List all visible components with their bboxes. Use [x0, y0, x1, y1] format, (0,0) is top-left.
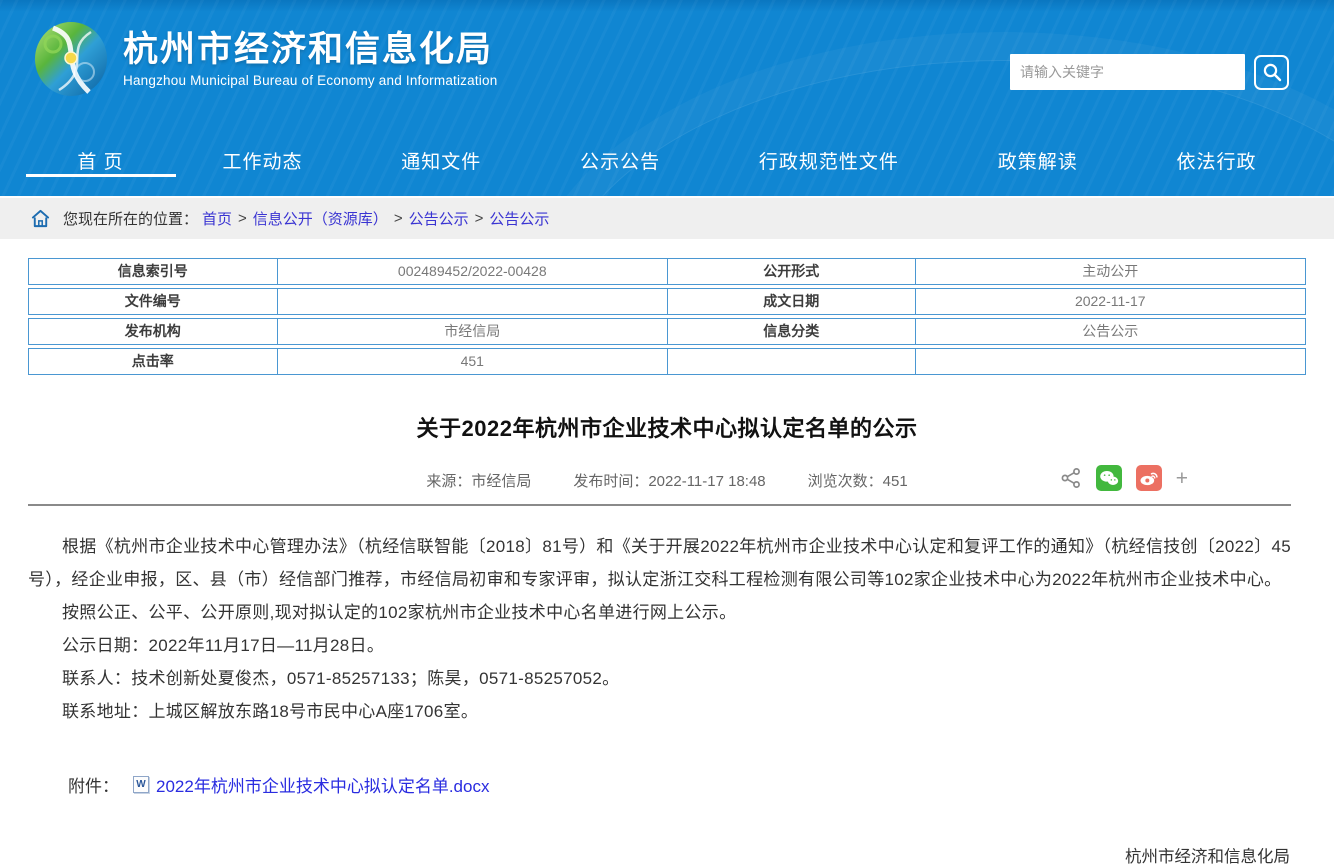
site-logo-icon	[33, 20, 109, 98]
nav-item-work-news[interactable]: 工作动态	[212, 125, 312, 196]
info-label-index-number: 信息索引号	[29, 259, 277, 284]
page: 杭州市经济和信息化局 Hangzhou Municipal Bureau of …	[0, 0, 1334, 867]
article-body: 根据《杭州市企业技术中心管理办法》（杭经信联智能〔2018〕81号）和《关于开展…	[28, 530, 1306, 728]
info-table-row: 文件编号 成文日期 2022-11-17	[28, 288, 1306, 315]
attachment-link[interactable]: 2022年杭州市企业技术中心拟认定名单.docx	[156, 772, 489, 797]
breadcrumb-link-announcements[interactable]: 公告公示	[409, 208, 469, 229]
brand-text: 杭州市经济和信息化局 Hangzhou Municipal Bureau of …	[123, 30, 497, 88]
info-value-info-category: 公告公示	[915, 319, 1305, 344]
attachment-row: 附件： W 2022年杭州市企业技术中心拟认定名单.docx	[28, 772, 1306, 797]
nav-item-policy-interpretation[interactable]: 政策解读	[988, 125, 1088, 196]
breadcrumb: 您现在所在的位置： 首页 > 信息公开（资源库） > 公告公示 > 公告公示	[0, 196, 1334, 239]
main-nav: 首 页 工作动态 通知文件 公示公告 行政规范性文件 政策解读 依法行政	[0, 125, 1334, 196]
nav-item-public-announcements[interactable]: 公示公告	[570, 125, 670, 196]
info-table: 信息索引号 002489452/2022-00428 公开形式 主动公开 文件编…	[28, 258, 1306, 375]
attachment-label: 附件：	[68, 772, 119, 797]
home-icon[interactable]	[30, 208, 51, 229]
info-label-issue-date: 成文日期	[667, 289, 915, 314]
breadcrumb-separator: >	[475, 210, 484, 227]
article-source: 来源：市经信局	[426, 470, 531, 491]
paragraph: 联系地址：上城区解放东路18号市民中心A座1706室。	[28, 695, 1306, 728]
info-value-document-number	[277, 289, 667, 314]
info-label-click-count: 点击率	[29, 349, 277, 374]
paragraph: 联系人：技术创新处夏俊杰，0571-85257133；陈昊，0571-85257…	[28, 662, 1306, 695]
info-value-issue-date: 2022-11-17	[915, 289, 1305, 314]
weibo-share-icon[interactable]	[1136, 465, 1162, 491]
info-value-index-number: 002489452/2022-00428	[277, 259, 667, 284]
search-icon	[1262, 62, 1282, 82]
paragraph: 公示日期：2022年11月17日—11月28日。	[28, 629, 1306, 662]
info-table-row: 点击率 451	[28, 348, 1306, 375]
info-label-document-number: 文件编号	[29, 289, 277, 314]
info-value-empty	[915, 349, 1305, 374]
breadcrumb-prefix: 您现在所在的位置：	[63, 208, 198, 229]
site-header: 杭州市经济和信息化局 Hangzhou Municipal Bureau of …	[0, 0, 1334, 196]
paragraph: 按照公正、公平、公开原则,现对拟认定的102家杭州市企业技术中心名单进行网上公示…	[28, 596, 1306, 629]
article-publish-time: 发布时间：2022-11-17 18:48	[573, 470, 765, 491]
nav-item-notice-documents[interactable]: 通知文件	[391, 125, 491, 196]
info-label-info-category: 信息分类	[667, 319, 915, 344]
article-title: 关于2022年杭州市企业技术中心拟认定名单的公示	[28, 411, 1306, 443]
breadcrumb-separator: >	[394, 210, 403, 227]
nav-item-home[interactable]: 首 页	[67, 125, 133, 196]
search-input[interactable]	[1010, 54, 1245, 90]
info-value-disclosure-form: 主动公开	[915, 259, 1305, 284]
article-meta: 来源：市经信局 发布时间：2022-11-17 18:48 浏览次数：451	[28, 465, 1306, 495]
search-bar	[1010, 54, 1289, 90]
info-table-row: 信息索引号 002489452/2022-00428 公开形式 主动公开	[28, 258, 1306, 285]
meta-divider	[28, 504, 1291, 506]
share-icon[interactable]	[1060, 467, 1082, 489]
site-title: 杭州市经济和信息化局	[123, 30, 497, 70]
breadcrumb-link-announcements-current[interactable]: 公告公示	[489, 208, 549, 229]
article-signature: 杭州市经济和信息化局 2022年11月17日	[28, 839, 1306, 867]
breadcrumb-separator: >	[238, 210, 247, 227]
info-value-publishing-agency: 市经信局	[277, 319, 667, 344]
signature-organization: 杭州市经济和信息化局	[28, 839, 1290, 867]
wechat-share-icon[interactable]	[1096, 465, 1122, 491]
info-label-publishing-agency: 发布机构	[29, 319, 277, 344]
word-document-icon: W	[133, 776, 149, 793]
search-button[interactable]	[1254, 55, 1289, 90]
info-label-disclosure-form: 公开形式	[667, 259, 915, 284]
share-more-button[interactable]: +	[1176, 468, 1188, 489]
article-view-count: 浏览次数：451	[808, 470, 908, 491]
paragraph: 根据《杭州市企业技术中心管理办法》（杭经信联智能〔2018〕81号）和《关于开展…	[28, 530, 1306, 596]
nav-item-regulatory-documents[interactable]: 行政规范性文件	[749, 125, 909, 196]
share-toolbar: +	[1060, 465, 1188, 491]
breadcrumb-link-home[interactable]: 首页	[202, 208, 232, 229]
article: 关于2022年杭州市企业技术中心拟认定名单的公示 来源：市经信局 发布时间：20…	[28, 411, 1306, 867]
main-content: 信息索引号 002489452/2022-00428 公开形式 主动公开 文件编…	[0, 258, 1334, 867]
info-table-row: 发布机构 市经信局 信息分类 公告公示	[28, 318, 1306, 345]
info-value-click-count: 451	[277, 349, 667, 374]
site-subtitle: Hangzhou Municipal Bureau of Economy and…	[123, 73, 497, 88]
brand[interactable]: 杭州市经济和信息化局 Hangzhou Municipal Bureau of …	[33, 20, 497, 98]
breadcrumb-link-info-disclosure[interactable]: 信息公开（资源库）	[253, 208, 388, 229]
nav-item-law-based-administration[interactable]: 依法行政	[1167, 125, 1267, 196]
info-label-empty	[667, 349, 915, 374]
